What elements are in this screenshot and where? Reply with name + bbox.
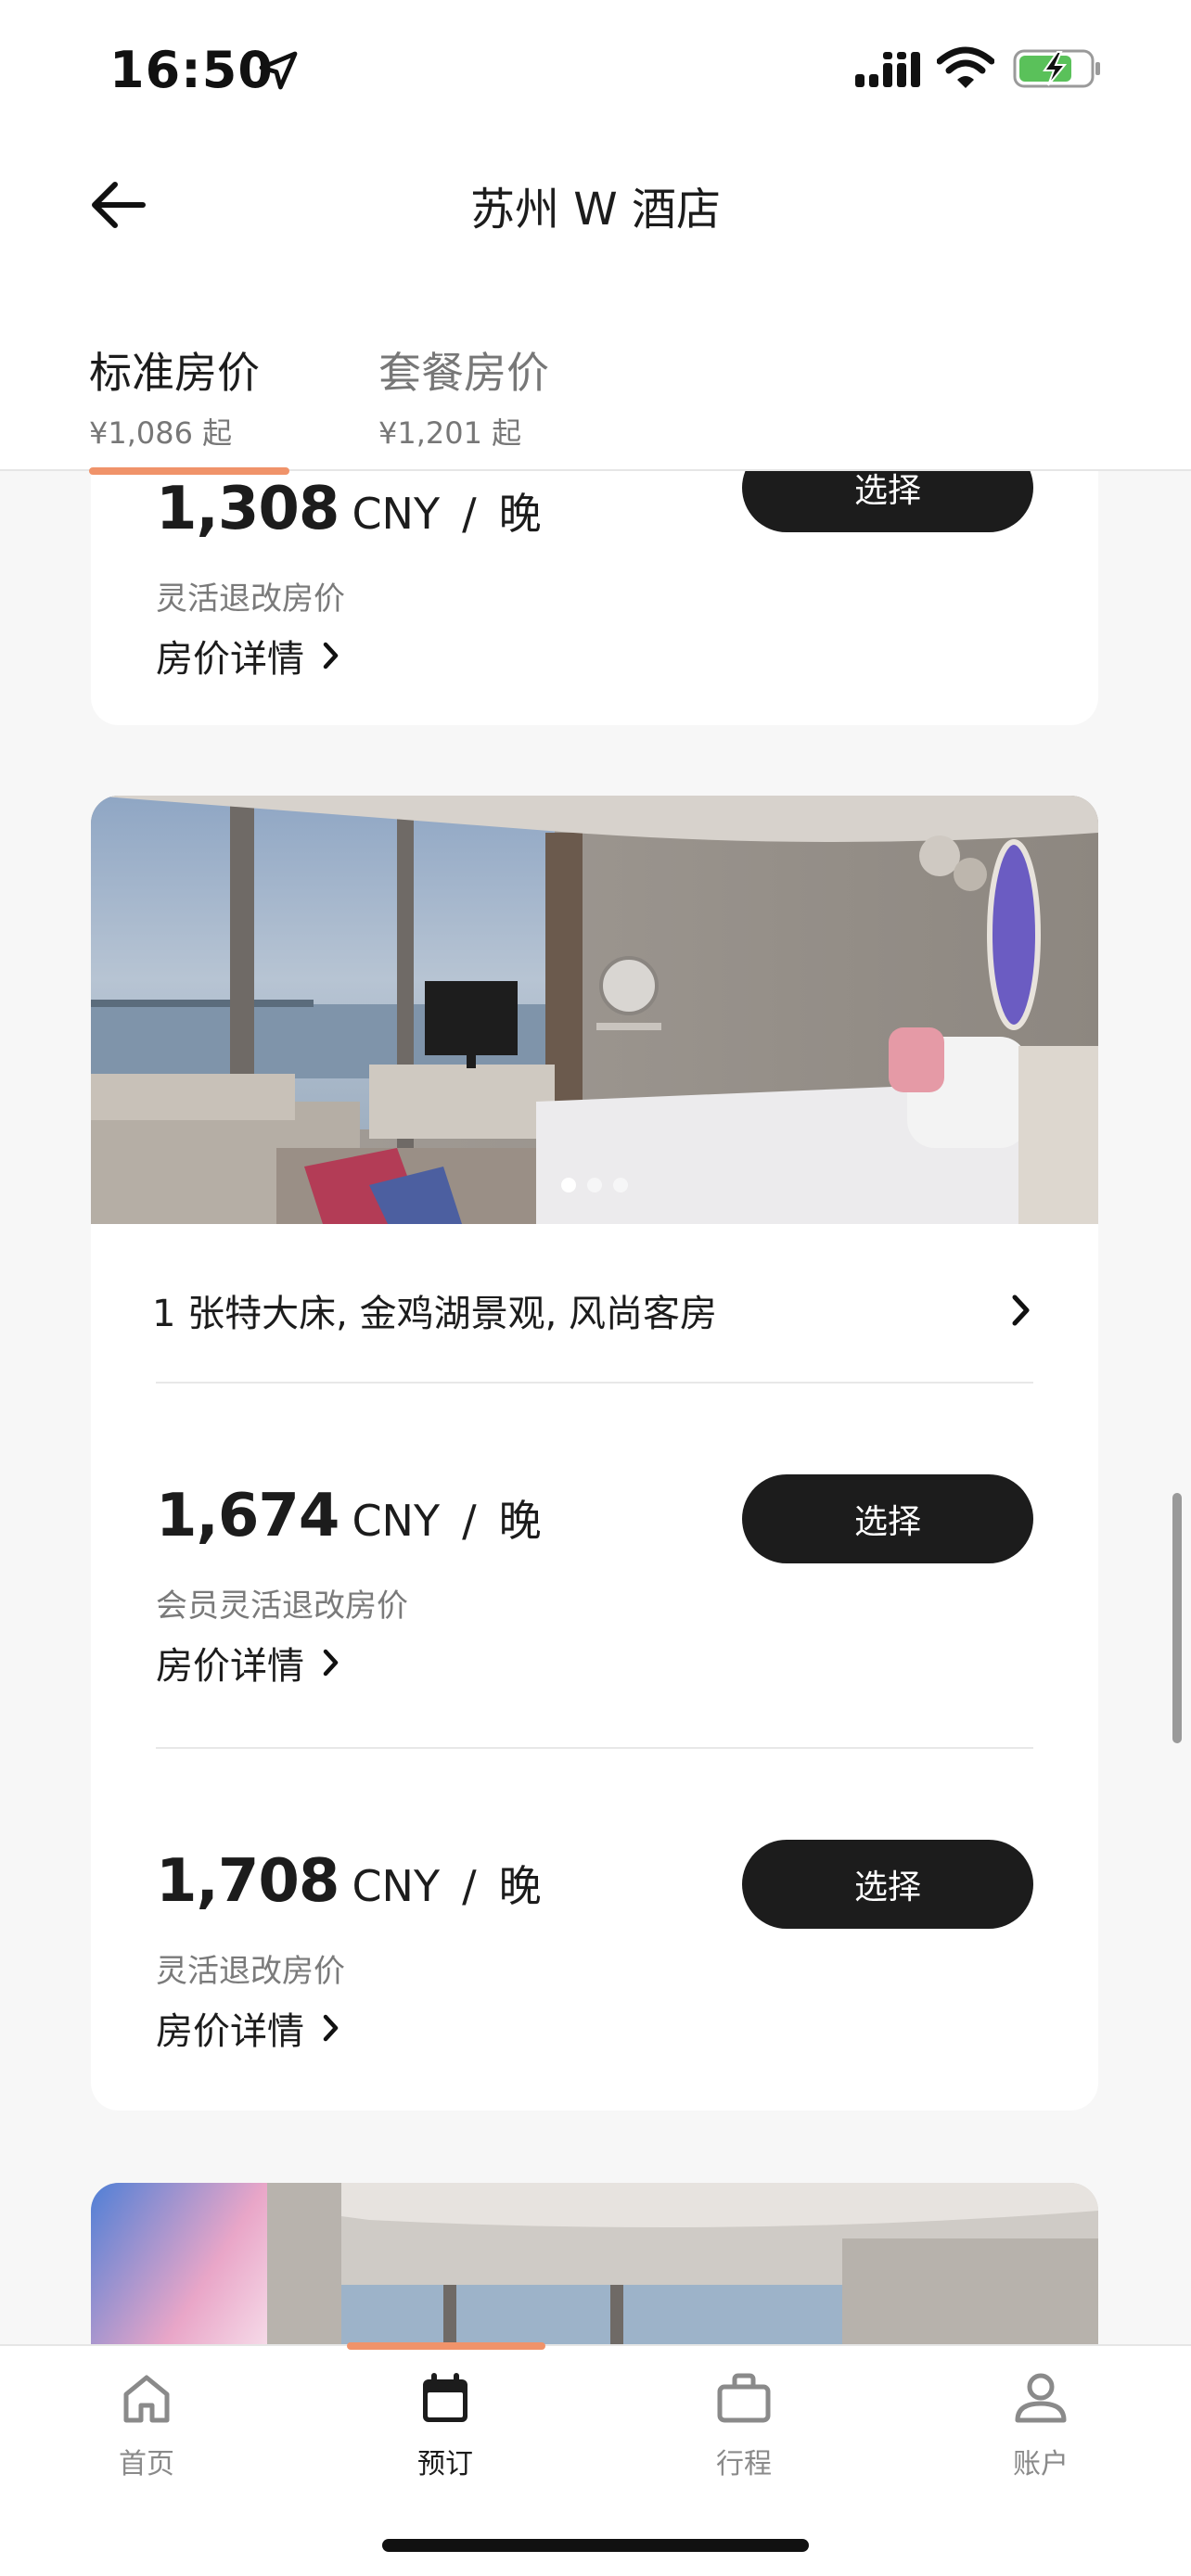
price-currency: CNY bbox=[352, 1496, 441, 1546]
nav-label: 行程 bbox=[716, 2448, 772, 2480]
carousel-dot[interactable] bbox=[587, 1178, 602, 1192]
price-unit: 晚 bbox=[498, 1861, 542, 1911]
suitcase-icon bbox=[717, 2373, 771, 2423]
tab-from-price: ¥1,086 起 bbox=[89, 415, 233, 451]
tab-standard-rates[interactable]: 标准房价 ¥1,086 起 bbox=[89, 339, 260, 453]
status-time: 16:50 bbox=[109, 41, 274, 99]
calendar-icon bbox=[423, 2373, 467, 2422]
tab-label: 套餐房价 bbox=[378, 348, 549, 398]
price-row: 1,674 CNY / 晚 bbox=[156, 1482, 542, 1556]
active-tab-indicator bbox=[89, 467, 289, 475]
price-slash: / bbox=[462, 1861, 477, 1911]
divider bbox=[156, 1382, 1033, 1384]
nav-label: 预订 bbox=[417, 2448, 473, 2480]
room-title-link[interactable]: 1 张特大床, 金鸡湖景观, 风尚客房 bbox=[152, 1278, 1033, 1343]
nav-home[interactable]: 首页 bbox=[54, 2370, 239, 2481]
home-indicator bbox=[382, 2539, 809, 2552]
chevron-right-icon bbox=[1012, 1294, 1030, 1326]
room-photo-carousel[interactable] bbox=[91, 796, 1098, 1224]
carousel-dot[interactable] bbox=[561, 1178, 576, 1192]
signal-icon bbox=[855, 52, 920, 87]
person-icon bbox=[1015, 2373, 1067, 2423]
rate-option: 1,674 CNY / 晚 选择 会员灵活退改房价 房价详情 bbox=[156, 1474, 1033, 1788]
room-card: 1 张特大床, 金鸡湖景观, 风尚客房 1,674 CNY / 晚 选择 会员灵… bbox=[91, 796, 1098, 2111]
rate-details-label: 房价详情 bbox=[156, 2010, 304, 2053]
page-title: 苏州 W 酒店 bbox=[470, 184, 721, 236]
tab-package-rates[interactable]: 套餐房价 ¥1,201 起 bbox=[378, 339, 549, 453]
divider bbox=[156, 1747, 1033, 1749]
tab-label: 标准房价 bbox=[89, 348, 260, 398]
location-arrow-icon bbox=[259, 51, 298, 90]
nav-label: 账户 bbox=[1013, 2448, 1069, 2480]
rate-option: 1,708 CNY / 晚 选择 灵活退改房价 房价详情 bbox=[156, 1840, 1033, 2111]
tab-from-price: ¥1,201 起 bbox=[378, 415, 522, 451]
rate-details-label: 房价详情 bbox=[156, 1645, 304, 1688]
nav-trips[interactable]: 行程 bbox=[651, 2370, 837, 2481]
rate-description: 会员灵活退改房价 bbox=[156, 1588, 408, 1625]
rate-description: 灵活退改房价 bbox=[156, 1953, 345, 1990]
carousel-dot[interactable] bbox=[613, 1178, 628, 1192]
chevron-right-icon bbox=[323, 2014, 339, 2042]
room-photo bbox=[91, 796, 1098, 1224]
rate-option: 1,308 CNY / 晚 选择 灵活退改房价 房价详情 bbox=[156, 443, 1033, 725]
select-button[interactable]: 选择 bbox=[742, 1840, 1033, 1929]
rate-details-link[interactable]: 房价详情 bbox=[156, 2001, 341, 2055]
rate-details-link[interactable]: 房价详情 bbox=[156, 1636, 341, 1690]
nav-book[interactable]: 预订 bbox=[352, 2370, 538, 2481]
wifi-icon bbox=[937, 46, 994, 88]
price-currency: CNY bbox=[352, 1861, 441, 1911]
active-nav-indicator bbox=[347, 2342, 545, 2350]
price-amount: 1,708 bbox=[156, 1847, 339, 1916]
nav-label: 首页 bbox=[119, 2448, 174, 2480]
battery-charging-icon bbox=[1013, 49, 1100, 88]
price-amount: 1,674 bbox=[156, 1482, 339, 1550]
scrollbar[interactable] bbox=[1172, 1493, 1182, 1743]
price-row: 1,308 CNY / 晚 bbox=[156, 475, 542, 549]
price-unit: 晚 bbox=[498, 489, 542, 539]
price-row: 1,708 CNY / 晚 bbox=[156, 1847, 542, 1921]
home-icon bbox=[123, 2375, 170, 2423]
chevron-right-icon bbox=[323, 642, 339, 670]
nav-account[interactable]: 账户 bbox=[948, 2370, 1133, 2481]
rate-description: 灵活退改房价 bbox=[156, 580, 345, 618]
carousel-dots bbox=[91, 1178, 1098, 1192]
top-header: 16:50 苏州 W 酒店 标准房价 ¥1,086 起 套餐房价 ¥1,201 … bbox=[0, 0, 1191, 475]
price-slash: / bbox=[462, 1496, 477, 1546]
chevron-right-icon bbox=[323, 1649, 339, 1677]
app-screen: 16:50 苏州 W 酒店 标准房价 ¥1,086 起 套餐房价 ¥1,201 … bbox=[0, 0, 1191, 2576]
price-amount: 1,308 bbox=[156, 475, 339, 543]
room-title: 1 张特大床, 金鸡湖景观, 风尚客房 bbox=[152, 1293, 718, 1335]
rate-details-label: 房价详情 bbox=[156, 638, 304, 681]
rate-details-link[interactable]: 房价详情 bbox=[156, 629, 341, 682]
price-slash: / bbox=[462, 489, 477, 539]
select-button[interactable]: 选择 bbox=[742, 1474, 1033, 1563]
price-currency: CNY bbox=[352, 489, 441, 539]
price-unit: 晚 bbox=[498, 1496, 542, 1546]
